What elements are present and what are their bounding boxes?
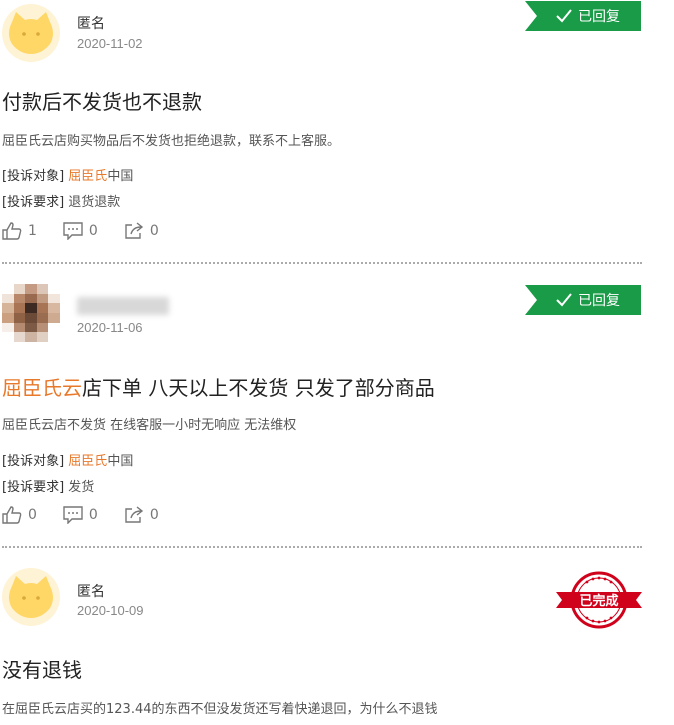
- check-icon: [556, 293, 572, 307]
- share-icon: [125, 222, 143, 239]
- avatar: [2, 284, 60, 342]
- target-suffix: 中国: [107, 169, 134, 184]
- like-count: 1: [28, 223, 37, 239]
- action-bar: 0 0 0: [2, 506, 185, 524]
- action-bar: 1 0 0: [2, 222, 185, 240]
- user-name: 匿名: [77, 16, 105, 32]
- request-label: [投诉要求]: [2, 480, 65, 495]
- target-label: [投诉对象]: [2, 454, 65, 469]
- avatar: [2, 4, 60, 62]
- share-button[interactable]: 0: [124, 506, 159, 524]
- complaint-description: 屈臣氏云店购买物品后不发货也拒绝退款，联系不上客服。: [2, 134, 341, 149]
- user-name: 匿名: [77, 584, 105, 600]
- complaint-title[interactable]: 没有退钱: [2, 654, 82, 683]
- cat-avatar-icon: [9, 576, 53, 618]
- completed-stamp: 已完成: [556, 571, 642, 629]
- complaint-description: 在屈臣氏云店买的123.44的东西不但没发货还写着快递退回，为什么不退钱: [2, 702, 438, 717]
- complaint-title[interactable]: 付款后不发货也不退款: [2, 86, 202, 115]
- target-link[interactable]: 屈臣氏: [68, 169, 107, 184]
- status-badge-replied: 已回复: [525, 1, 641, 31]
- title-highlight: 屈臣氏云: [2, 376, 82, 400]
- request-value: 发货: [68, 480, 95, 495]
- complaint-card[interactable]: 匿名 2020-11-02 已回复 付款后不发货也不退款 屈臣氏云店购买物品后不…: [0, 0, 642, 260]
- share-icon: [125, 506, 143, 523]
- complaint-target: [投诉对象] 屈臣氏中国: [2, 165, 133, 184]
- request-value: 退货退款: [68, 195, 121, 210]
- comment-count: 0: [88, 223, 98, 239]
- complaint-request: [投诉要求] 发货: [2, 476, 94, 495]
- complaint-card[interactable]: 2020-11-06 已回复 屈臣氏云店下单 八天以上不发货 只发了部分商品 屈…: [0, 270, 642, 546]
- divider: [2, 262, 642, 264]
- comment-count: 0: [88, 507, 98, 523]
- divider: [2, 546, 642, 548]
- stamp-label: 已完成: [579, 593, 618, 609]
- comment-icon: [63, 506, 83, 524]
- comment-button[interactable]: 0: [63, 222, 98, 240]
- thumbs-up-icon: [2, 506, 22, 524]
- avatar: [2, 568, 60, 626]
- complaint-target: [投诉对象] 屈臣氏中国: [2, 450, 133, 469]
- post-date: 2020-11-06: [77, 320, 143, 335]
- title-text: 店下单 八天以上不发货 只发了部分商品: [82, 376, 435, 400]
- status-label: 已回复: [578, 9, 620, 25]
- like-button[interactable]: 1: [2, 222, 37, 240]
- like-count: 0: [28, 507, 37, 523]
- complaint-description: 屈臣氏云店不发货 在线客服一小时无响应 无法维权: [2, 418, 297, 433]
- share-count: 0: [149, 507, 159, 523]
- share-count: 0: [149, 223, 159, 239]
- status-badge-replied: 已回复: [525, 285, 641, 315]
- target-suffix: 中国: [107, 454, 134, 469]
- post-date: 2020-10-09: [77, 603, 144, 618]
- target-link[interactable]: 屈臣氏: [68, 454, 107, 469]
- comment-button[interactable]: 0: [63, 506, 98, 524]
- user-name: [77, 297, 169, 315]
- target-label: [投诉对象]: [2, 169, 65, 184]
- thumbs-up-icon: [2, 222, 22, 240]
- share-button[interactable]: 0: [124, 222, 159, 240]
- cat-avatar-icon: [9, 12, 53, 54]
- check-icon: [556, 9, 572, 23]
- status-label: 已回复: [578, 293, 620, 309]
- complaint-card[interactable]: 匿名 2020-10-09 没有退钱 在屈臣氏云店买的123.44的东西不但没发…: [0, 556, 642, 725]
- like-button[interactable]: 0: [2, 506, 37, 524]
- comment-icon: [63, 222, 83, 240]
- post-date: 2020-11-02: [77, 36, 143, 51]
- complaint-request: [投诉要求] 退货退款: [2, 191, 120, 210]
- request-label: [投诉要求]: [2, 195, 65, 210]
- complaint-title[interactable]: 屈臣氏云店下单 八天以上不发货 只发了部分商品: [2, 372, 435, 401]
